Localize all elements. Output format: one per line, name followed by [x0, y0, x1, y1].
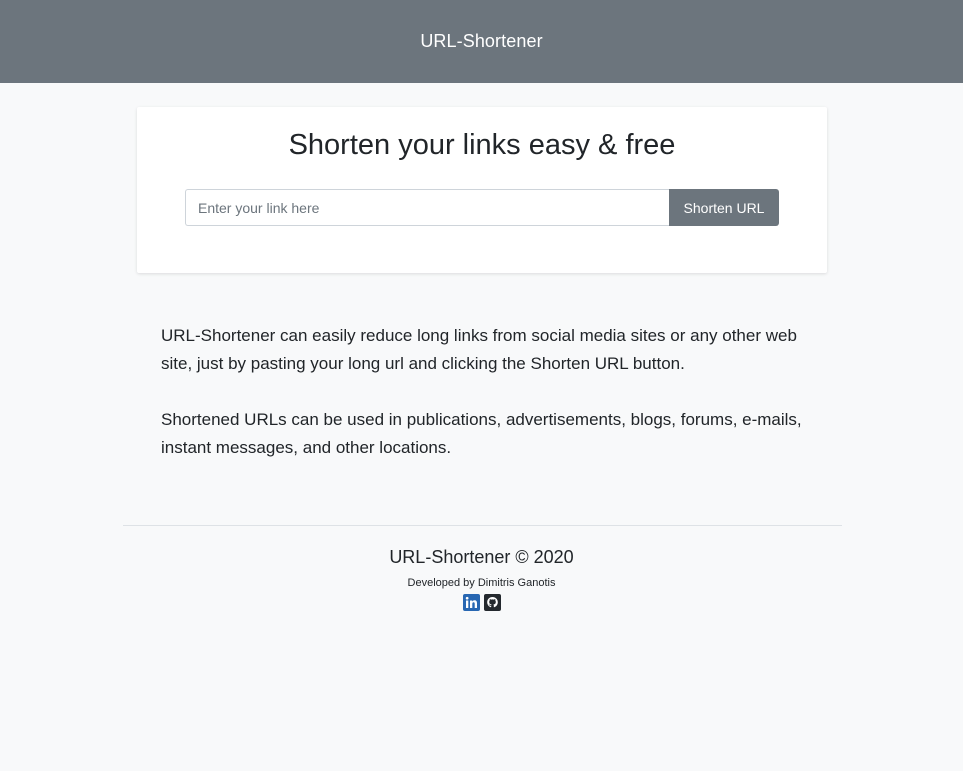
footer-divider — [123, 525, 842, 526]
social-links — [0, 594, 963, 611]
description: URL-Shortener can easily reduce long lin… — [161, 322, 811, 490]
developer-credit: Developed by Dimitris Ganotis — [407, 577, 556, 589]
linkedin-icon — [462, 594, 480, 611]
link-input[interactable] — [185, 189, 669, 226]
github-link[interactable] — [483, 594, 501, 611]
shorten-card: Shorten your links easy & free Shorten U… — [137, 107, 827, 273]
copyright-text: URL-Shortener © 2020 — [389, 547, 574, 567]
shorten-url-button[interactable]: Shorten URL — [669, 189, 779, 226]
card-headline: Shorten your links easy & free — [288, 129, 676, 161]
linkedin-link[interactable] — [462, 594, 480, 611]
footer: URL-Shortener © 2020 Developed by Dimitr… — [0, 544, 963, 611]
shorten-form: Shorten URL — [185, 189, 779, 226]
description-paragraph: URL-Shortener can easily reduce long lin… — [161, 326, 797, 373]
description-paragraph: Shortened URLs can be used in publicatio… — [161, 410, 802, 457]
github-icon — [483, 594, 501, 611]
brand-link[interactable]: URL-Shortener — [420, 31, 542, 52]
top-navbar: URL-Shortener — [0, 0, 963, 83]
